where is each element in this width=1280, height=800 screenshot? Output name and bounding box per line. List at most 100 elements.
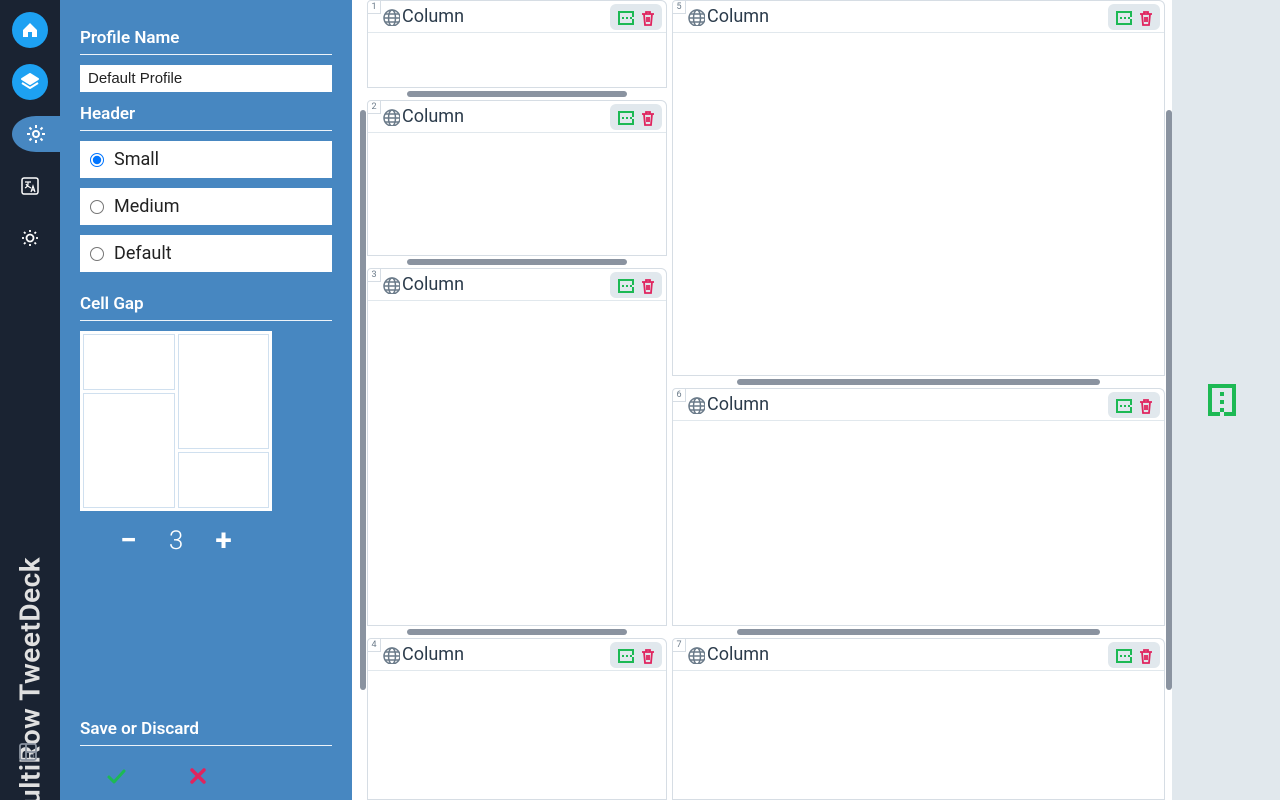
settings-panel: Profile Name Header Small Medium Default… [60, 0, 352, 800]
header-option-default[interactable]: Default [80, 235, 332, 272]
check-icon [106, 766, 128, 788]
nav-home-button[interactable] [12, 12, 48, 48]
header-radio-default[interactable] [90, 247, 104, 261]
split-horizontal-icon [616, 276, 634, 294]
row-divider[interactable] [407, 629, 627, 635]
header-option-label: Default [114, 243, 172, 264]
nav-layout-add-button[interactable] [12, 736, 48, 772]
profile-name-input[interactable] [80, 65, 332, 92]
column-number: 4 [367, 638, 381, 652]
section-cell-gap: Cell Gap [80, 294, 332, 321]
delete-column-button[interactable] [638, 108, 656, 126]
home-icon [20, 20, 40, 40]
split-column-button[interactable] [616, 646, 634, 664]
column-title: Column [402, 6, 610, 27]
layout-canvas: 1 Column 2 Column 3 Column [352, 0, 1280, 800]
column-divider[interactable] [360, 110, 366, 690]
globe-icon [382, 646, 400, 664]
language-icon [20, 176, 40, 196]
column-cell[interactable]: 1 Column [367, 0, 667, 88]
split-horizontal-icon [616, 646, 634, 664]
column-cell[interactable]: 5 Column [672, 0, 1165, 376]
split-horizontal-icon [616, 8, 634, 26]
column-cell[interactable]: 2 Column [367, 100, 667, 256]
save-button[interactable] [106, 766, 128, 788]
delete-column-button[interactable] [638, 8, 656, 26]
trash-icon [1136, 396, 1154, 414]
delete-column-button[interactable] [1136, 396, 1154, 414]
row-divider[interactable] [737, 379, 1100, 385]
add-column-area[interactable] [1172, 0, 1280, 800]
split-vertical-icon [1202, 380, 1250, 420]
split-column-button[interactable] [1114, 396, 1132, 414]
split-column-button[interactable] [616, 276, 634, 294]
split-horizontal-icon [616, 108, 634, 126]
split-column-button[interactable] [1114, 8, 1132, 26]
trash-icon [1136, 8, 1154, 26]
column-cell[interactable]: 3 Column [367, 268, 667, 626]
header-radio-medium[interactable] [90, 200, 104, 214]
split-column-button[interactable] [1114, 646, 1132, 664]
column-cell[interactable]: 4 Column [367, 638, 667, 800]
x-icon [188, 766, 210, 788]
header-option-label: Small [114, 149, 159, 170]
trash-icon [638, 8, 656, 26]
globe-icon [382, 8, 400, 26]
layers-icon [20, 72, 40, 92]
globe-icon [687, 396, 705, 414]
column-title: Column [707, 644, 1108, 665]
cell-gap-preview [80, 331, 272, 511]
section-header: Header [80, 104, 332, 131]
column-title: Column [402, 274, 610, 295]
column-number: 7 [672, 638, 686, 652]
column-title: Column [707, 6, 1108, 27]
nav-settings-button[interactable] [12, 116, 60, 152]
cell-gap-decrease[interactable]: − [120, 523, 137, 558]
header-option-small[interactable]: Small [80, 141, 332, 178]
header-option-label: Medium [114, 196, 180, 217]
trash-icon [638, 108, 656, 126]
cell-gap-stepper: − 3 + [80, 523, 272, 558]
column-title: Column [402, 644, 610, 665]
column-number: 6 [672, 388, 686, 402]
nav-rail: MultiRow TweetDeck [0, 0, 60, 800]
column-number: 1 [367, 0, 381, 14]
trash-icon [1136, 646, 1154, 664]
delete-column-button[interactable] [1136, 646, 1154, 664]
split-horizontal-icon [1114, 646, 1132, 664]
globe-icon [687, 646, 705, 664]
layout-add-icon [18, 742, 42, 766]
delete-column-button[interactable] [638, 646, 656, 664]
cell-gap-increase[interactable]: + [215, 523, 231, 558]
globe-icon [687, 8, 705, 26]
column-number: 2 [367, 100, 381, 114]
delete-column-button[interactable] [638, 276, 656, 294]
trash-icon [638, 276, 656, 294]
split-column-button[interactable] [616, 8, 634, 26]
nav-layers-button[interactable] [12, 64, 48, 100]
trash-icon [638, 646, 656, 664]
column-number: 5 [672, 0, 686, 14]
delete-column-button[interactable] [1136, 8, 1154, 26]
column-cell[interactable]: 6 Column [672, 388, 1165, 626]
discard-button[interactable] [188, 766, 210, 788]
column-number: 3 [367, 268, 381, 282]
globe-icon [382, 276, 400, 294]
row-divider[interactable] [407, 91, 627, 97]
split-horizontal-icon [1114, 8, 1132, 26]
row-divider[interactable] [737, 629, 1100, 635]
split-horizontal-icon [1114, 396, 1132, 414]
row-divider[interactable] [407, 259, 627, 265]
split-column-button[interactable] [616, 108, 634, 126]
nav-theme-button[interactable] [12, 220, 48, 256]
gear-icon [26, 124, 46, 144]
column-cell[interactable]: 7 Column [672, 638, 1165, 800]
header-radio-small[interactable] [90, 153, 104, 167]
sun-icon [20, 228, 40, 248]
cell-gap-value: 3 [169, 526, 183, 556]
header-option-medium[interactable]: Medium [80, 188, 332, 225]
nav-language-button[interactable] [12, 168, 48, 204]
globe-icon [382, 108, 400, 126]
section-profile-name: Profile Name [80, 28, 332, 55]
section-save-discard: Save or Discard [80, 719, 332, 746]
